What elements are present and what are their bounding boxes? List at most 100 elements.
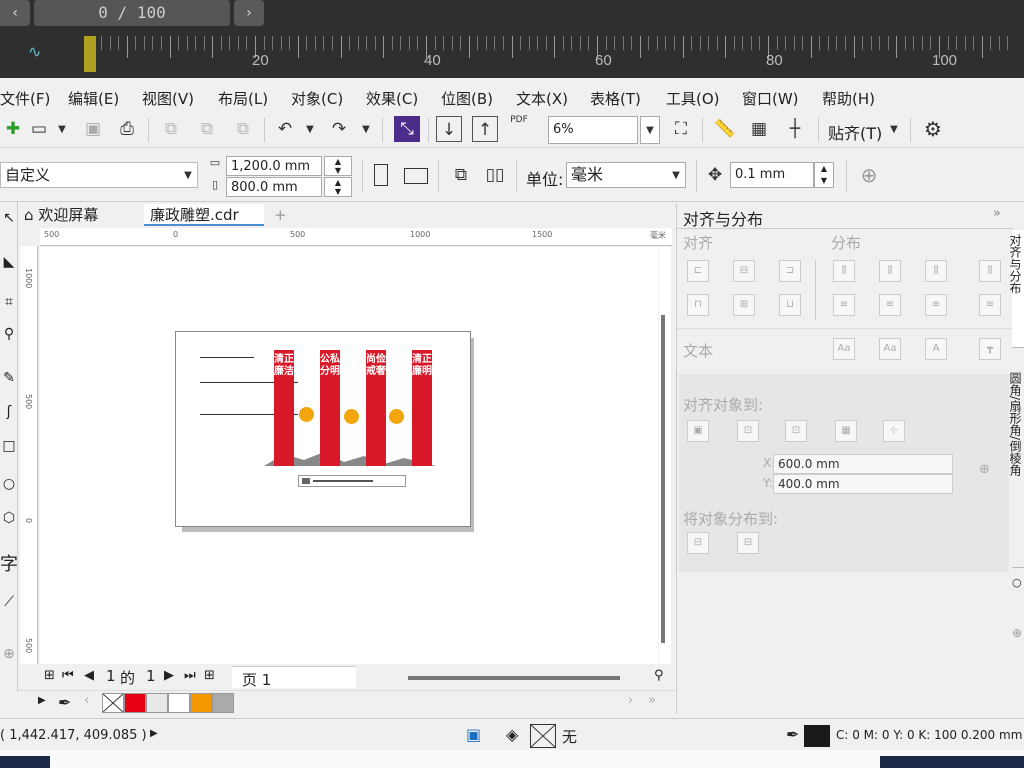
first-page-icon[interactable]: ⏮ — [62, 668, 74, 683]
zoom-tool-icon[interactable]: ⚲ — [0, 326, 18, 342]
crop-tool-icon[interactable]: ⌗ — [0, 294, 18, 310]
vertical-scrollbar[interactable] — [659, 247, 671, 664]
chevron-right-icon[interactable]: › — [628, 693, 633, 708]
play-icon[interactable]: ▶ — [150, 728, 158, 739]
landscape-icon[interactable] — [404, 168, 428, 184]
chevron-left-icon[interactable]: ‹ — [0, 0, 30, 26]
chevron-down-icon[interactable]: ▼ — [178, 170, 198, 181]
text-baseline-last-icon[interactable]: Aa — [879, 338, 901, 360]
chevron-down-icon[interactable]: ▼ — [640, 116, 660, 144]
color-swatch[interactable] — [212, 693, 234, 713]
text-bounding-box-icon[interactable]: A — [925, 338, 947, 360]
menu-bitmaps[interactable]: 位图(B) — [441, 88, 493, 109]
disc-2[interactable] — [343, 408, 360, 425]
pillar-1[interactable]: 清正廉洁 — [274, 350, 294, 466]
distribute-top-icon[interactable]: ≡ — [833, 294, 855, 316]
height-stepper[interactable]: ▲ ▼ — [324, 177, 352, 197]
x-coordinate-field[interactable]: 600.0 mm — [773, 454, 953, 474]
add-icon[interactable]: ⊕ — [856, 162, 882, 188]
align-top-icon[interactable]: ⊓ — [687, 294, 709, 316]
text-tool-icon[interactable]: 字 — [0, 550, 18, 576]
next-page-icon[interactable]: ▶ — [164, 668, 174, 683]
redo-icon[interactable]: ↷ — [326, 116, 352, 142]
search-content-icon[interactable]: ⤡ — [394, 116, 420, 142]
chevron-down-icon[interactable]: ▼ — [884, 124, 904, 135]
distribute-page-icon[interactable]: ⊟ — [737, 532, 759, 554]
page-width-field[interactable]: 1,200.0 mm — [226, 156, 322, 176]
import-icon[interactable]: ↓ — [436, 116, 462, 142]
menu-file[interactable]: 文件(F) — [0, 88, 50, 109]
align-right-icon[interactable]: ⊐ — [779, 260, 801, 282]
nudge-distance-field[interactable]: 0.1 mm — [730, 162, 814, 188]
last-page-icon[interactable]: ⏭ — [184, 668, 196, 683]
color-profile-icon[interactable]: ▣ — [466, 725, 481, 744]
add-tool-icon[interactable]: ⊕ — [0, 646, 18, 662]
rectangle-tool-icon[interactable]: □ — [0, 438, 18, 454]
disc-1[interactable] — [298, 406, 315, 423]
menu-view[interactable]: 视图(V) — [142, 88, 194, 109]
caption-plaque[interactable] — [298, 475, 406, 487]
color-swatch[interactable] — [168, 693, 190, 713]
color-swatch[interactable] — [146, 693, 168, 713]
menu-effects[interactable]: 效果(C) — [366, 88, 418, 109]
disc-3[interactable] — [388, 408, 405, 425]
copy-icon[interactable]: ⧉ — [194, 116, 220, 142]
double-chevron-right-icon[interactable]: » — [993, 206, 1001, 221]
active-objects-icon[interactable]: ▣ — [687, 420, 709, 442]
current-page-icon[interactable]: ▯▯ — [482, 162, 508, 188]
print-icon[interactable]: ⎙ — [114, 116, 140, 142]
save-icon[interactable]: ▣ — [80, 116, 106, 142]
chevron-right-icon[interactable]: › — [234, 0, 264, 26]
tab-document[interactable]: 廉政雕塑.cdr — [144, 204, 264, 226]
pdf-icon[interactable]: PDF — [506, 114, 532, 140]
menu-edit[interactable]: 编辑(E) — [68, 88, 119, 109]
freehand-tool-icon[interactable]: ✎ — [0, 370, 18, 386]
double-chevron-right-icon[interactable]: » — [648, 693, 656, 708]
chevron-down-icon[interactable]: ▼ — [52, 124, 72, 135]
no-color-swatch[interactable] — [102, 693, 124, 713]
distribute-center-v-icon[interactable]: ≡ — [879, 294, 901, 316]
width-stepper[interactable]: ▲ ▼ — [324, 156, 352, 176]
color-swatch[interactable] — [190, 693, 212, 713]
pillar-3[interactable]: 尚俭戒奢 — [366, 350, 386, 466]
open-folder-icon[interactable]: ▭ — [26, 116, 52, 142]
specified-point-icon[interactable]: ⊹ — [883, 420, 905, 442]
distribute-left-icon[interactable]: ⫼ — [833, 260, 855, 282]
no-fill-swatch[interactable] — [530, 724, 556, 748]
all-pages-icon[interactable]: ⧉ — [448, 162, 474, 188]
distribute-bottom-icon[interactable]: ≡ — [925, 294, 947, 316]
waveform-icon[interactable]: ∿ — [28, 42, 41, 61]
polygon-tool-icon[interactable]: ⬡ — [0, 510, 18, 526]
paste-icon[interactable]: ⧉ — [230, 116, 256, 142]
add-docker-icon[interactable]: ⊕ — [1012, 626, 1022, 640]
tab-welcome[interactable]: ⌂ 欢迎屏幕 — [18, 204, 144, 226]
grid-icon[interactable]: ▦ — [835, 420, 857, 442]
vertical-ruler[interactable]: 1000 500 0 500 — [20, 246, 38, 664]
menu-layout[interactable]: 布局(L) — [218, 88, 268, 109]
distribute-spacing-v-icon[interactable]: ≡ — [979, 294, 1001, 316]
page-center-icon[interactable]: ⊡ — [785, 420, 807, 442]
add-point-icon[interactable]: ⊕ — [979, 462, 990, 477]
menu-table[interactable]: 表格(T) — [590, 88, 641, 109]
page-tab[interactable]: 页 1 — [232, 666, 356, 689]
menu-window[interactable]: 窗口(W) — [742, 88, 799, 109]
chevron-left-icon[interactable]: ‹ — [84, 693, 89, 708]
timeline-ruler[interactable]: 0 20 40 60 80 100 — [84, 30, 1024, 72]
outline-color-swatch[interactable] — [804, 725, 830, 747]
zoom-level-field[interactable]: 6% — [548, 116, 638, 144]
distribute-spacing-h-icon[interactable]: ⫼ — [979, 260, 1001, 282]
menu-text[interactable]: 文本(X) — [516, 88, 568, 109]
new-document-icon[interactable]: ✚ — [0, 116, 26, 142]
nudge-stepper[interactable]: ▲ ▼ — [814, 162, 834, 188]
artistic-media-icon[interactable]: ʃ — [0, 404, 18, 420]
show-guidelines-icon[interactable]: ┼ — [782, 116, 808, 142]
pillar-4[interactable]: 清正廉明 — [412, 350, 432, 466]
text-outline-icon[interactable]: ┳ — [979, 338, 1001, 360]
distribute-right-icon[interactable]: ⫼ — [925, 260, 947, 282]
cut-icon[interactable]: ⧉ — [158, 116, 184, 142]
page-height-field[interactable]: 800.0 mm — [226, 177, 322, 197]
menu-tools[interactable]: 工具(O) — [666, 88, 720, 109]
ellipse-tool-icon[interactable]: ○ — [0, 476, 18, 492]
add-page-after-icon[interactable]: ⊞ — [204, 668, 215, 683]
page-preset-select[interactable]: 自定义 — [0, 162, 198, 188]
